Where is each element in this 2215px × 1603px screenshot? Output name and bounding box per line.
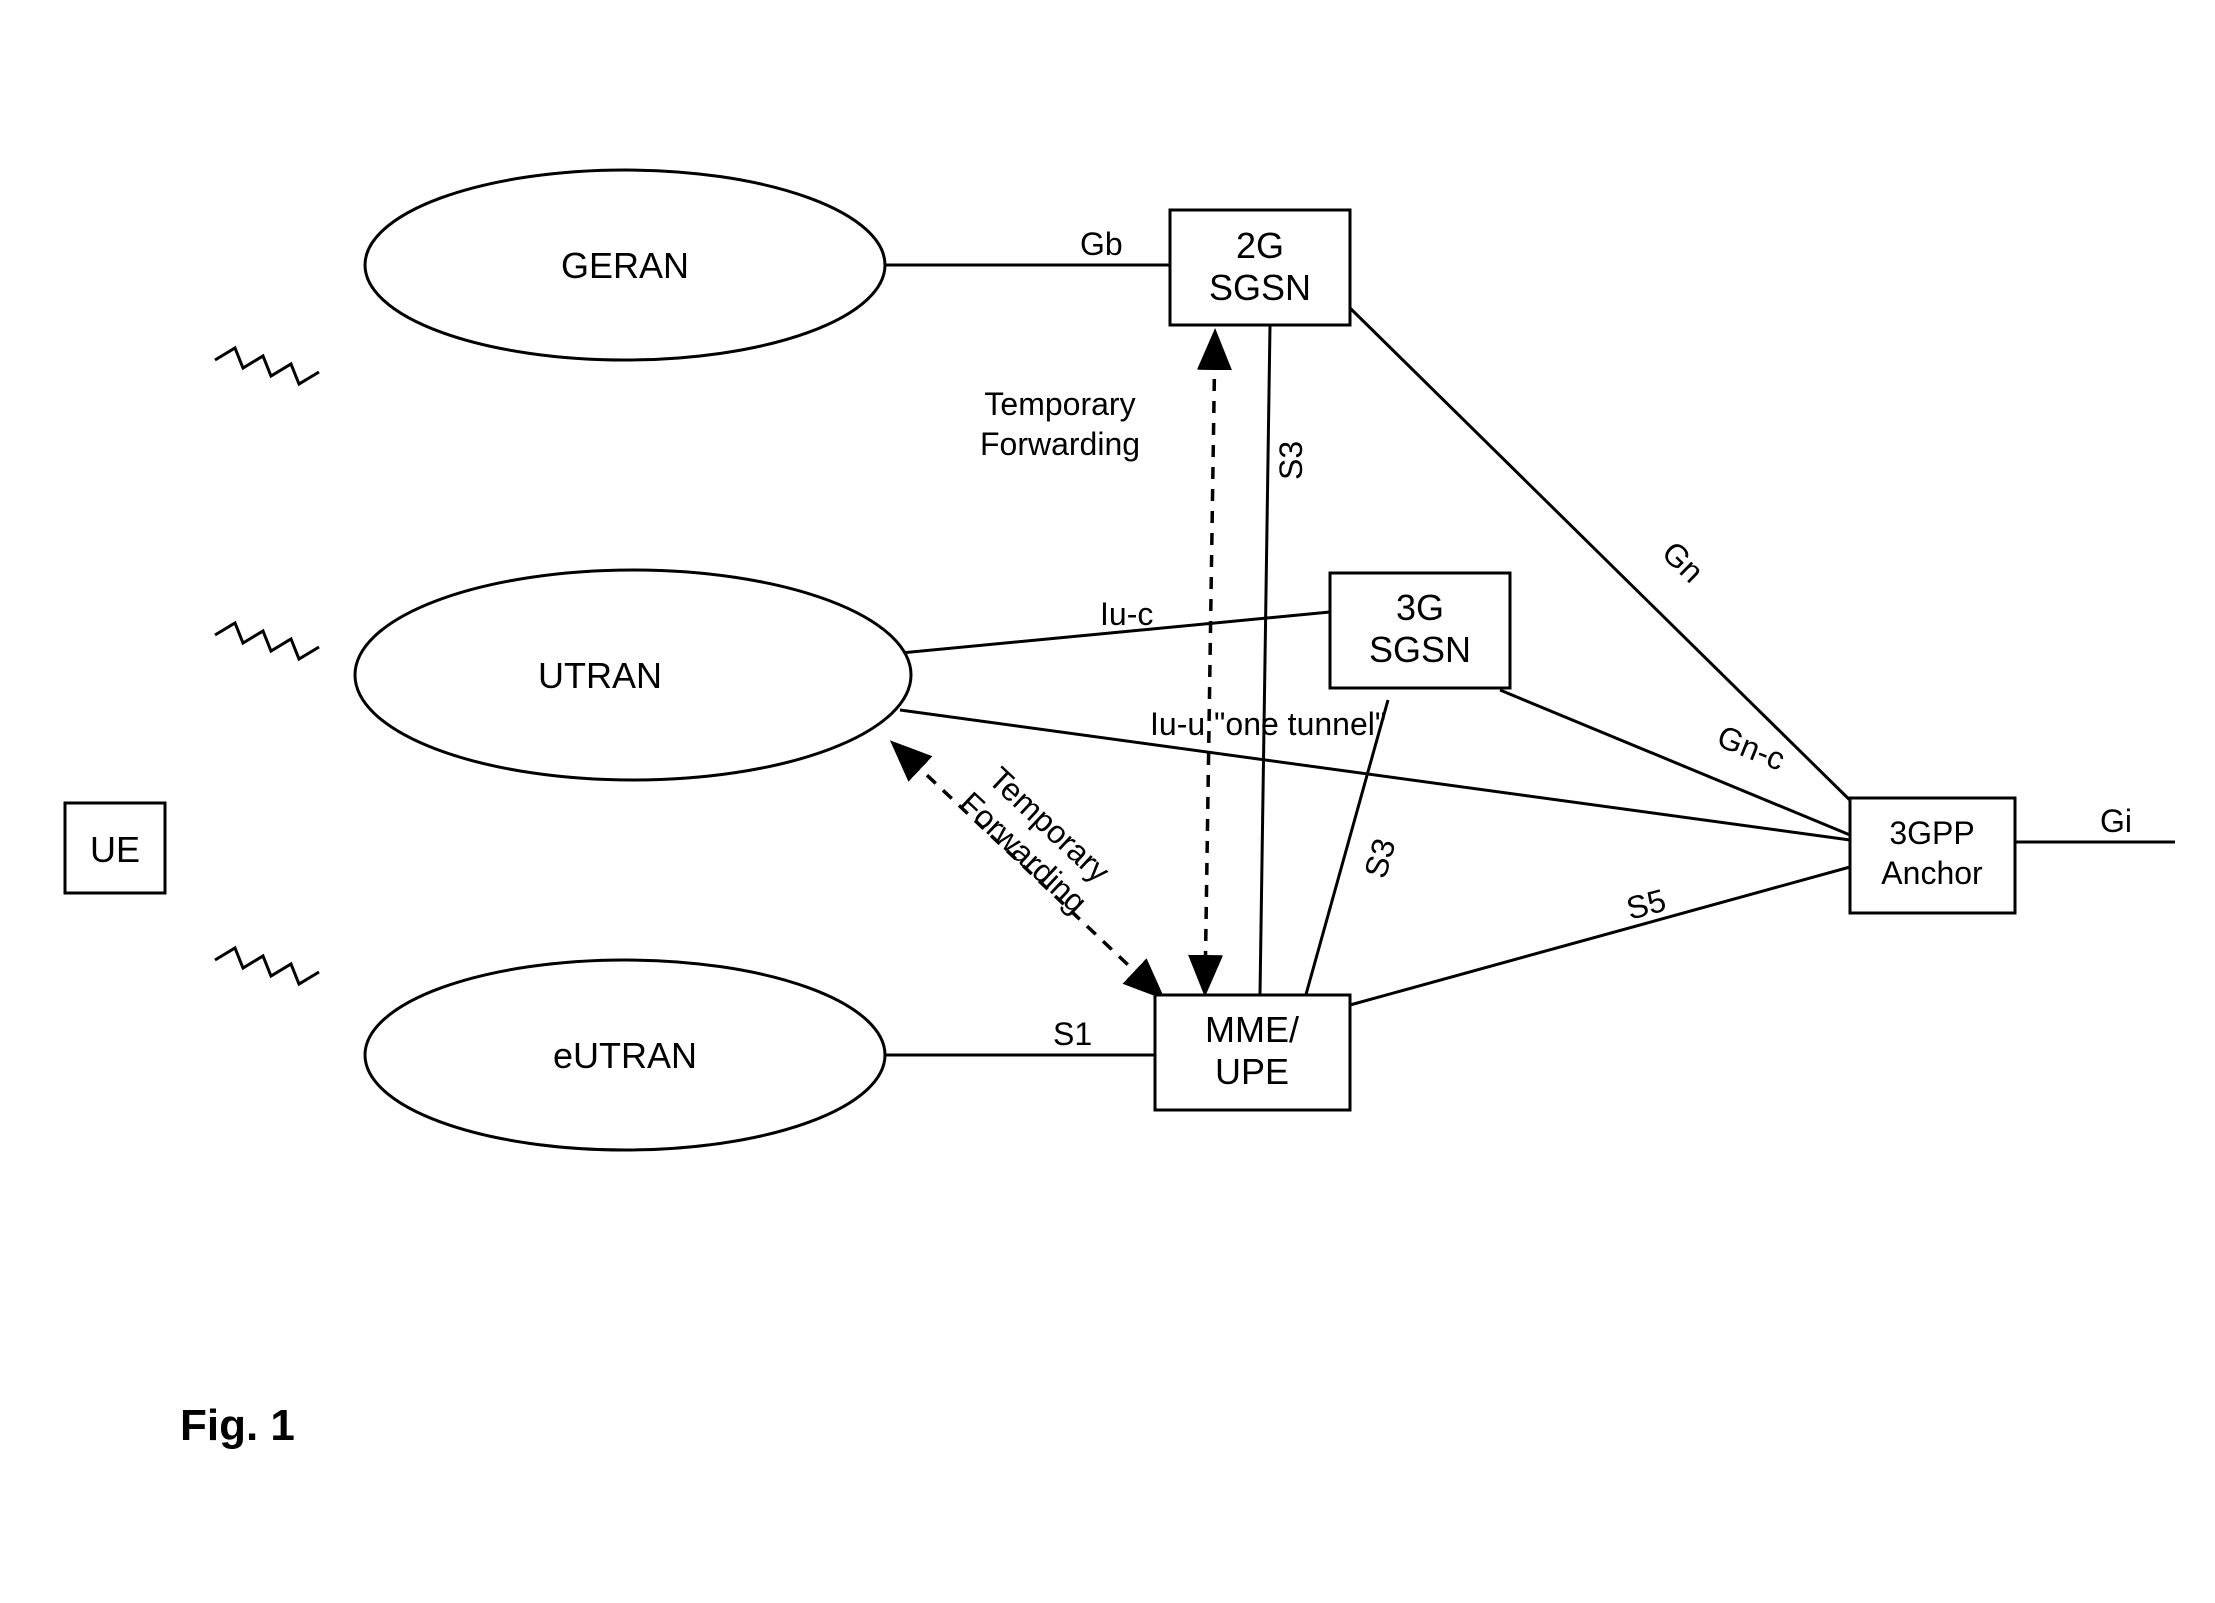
radio-wave-icon [215, 623, 319, 659]
radio-wave-icon [215, 348, 319, 384]
label-mme-2: UPE [1215, 1051, 1289, 1092]
network-diagram: Gb Iu-c Iu-u "one tunnel" S1 S3 S3 Gn Gn… [0, 0, 2215, 1603]
edge-gn [1350, 308, 1865, 815]
figure-label: Fig. 1 [180, 1401, 295, 1450]
label-anchor-2: Anchor [1881, 855, 1983, 891]
label-eutran: eUTRAN [553, 1035, 697, 1076]
radio-wave-icon [215, 948, 319, 984]
label-geran: GERAN [561, 245, 689, 286]
label-s3-b: S3 [1357, 834, 1402, 882]
edge-s5 [1350, 867, 1850, 1005]
edge-tempfwd-1 [1205, 335, 1215, 990]
label-gnc: Gn-c [1712, 718, 1790, 777]
label-s3-a: S3 [1273, 441, 1309, 480]
label-ue: UE [90, 829, 140, 870]
edge-gnc [1500, 690, 1850, 835]
label-3g-sgsn-1: 3G [1396, 587, 1444, 628]
label-s1: S1 [1053, 1016, 1092, 1052]
label-anchor-1: 3GPP [1889, 815, 1974, 851]
label-2g-sgsn-2: SGSN [1209, 267, 1311, 308]
label-tempfwd1b: Forwarding [980, 426, 1140, 462]
label-gn: Gn [1655, 534, 1711, 590]
label-gb: Gb [1080, 226, 1123, 262]
label-mme-1: MME/ [1205, 1009, 1299, 1050]
label-tempfwd1a: Temporary [984, 386, 1135, 422]
label-gi: Gi [2100, 803, 2132, 839]
label-3g-sgsn-2: SGSN [1369, 629, 1471, 670]
label-iuu: Iu-u "one tunnel" [1150, 706, 1386, 742]
label-utran: UTRAN [538, 655, 662, 696]
label-iuc: Iu-c [1100, 596, 1153, 632]
label-2g-sgsn-1: 2G [1236, 225, 1284, 266]
edge-s3-a [1260, 325, 1270, 995]
